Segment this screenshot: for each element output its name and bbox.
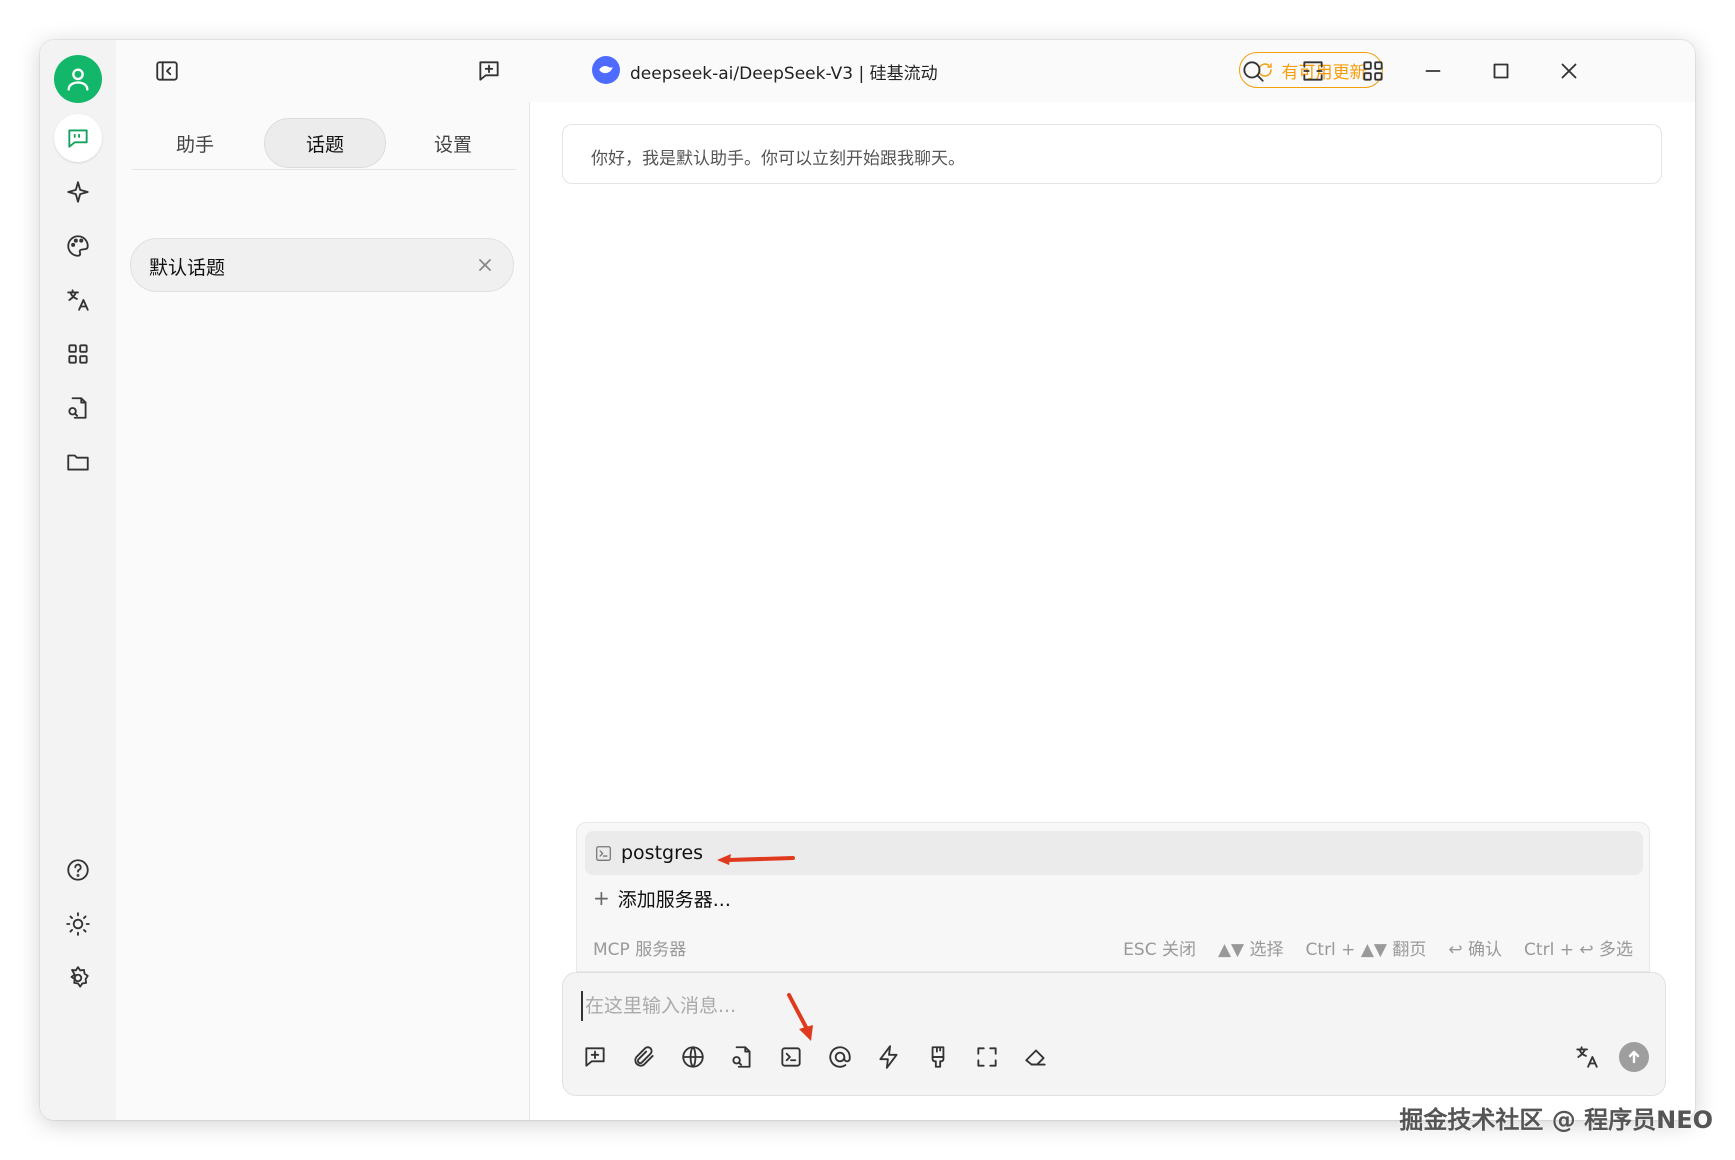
eraser-icon[interactable]: [1020, 1041, 1052, 1073]
folder-icon[interactable]: [54, 438, 102, 486]
message-input[interactable]: [581, 991, 1481, 1021]
hint-multiselect: Ctrl + ↩ 多选: [1524, 940, 1633, 960]
gear-icon[interactable]: [54, 954, 102, 1002]
new-topic-icon[interactable]: [579, 1041, 611, 1073]
apps-icon[interactable]: [54, 330, 102, 378]
add-server-button[interactable]: + 添加服务器...: [593, 883, 731, 913]
toggle-sidebar-icon[interactable]: [150, 54, 184, 88]
user-icon: [67, 68, 89, 91]
send-button[interactable]: [1619, 1042, 1649, 1072]
search-icon[interactable]: [1236, 54, 1270, 88]
hint-select: ▲▼ 选择: [1217, 940, 1284, 960]
deepseek-logo-icon: [592, 56, 620, 84]
web-search-icon[interactable]: [677, 1041, 709, 1073]
chat-area: 你好，我是默认助手。你可以立刻开始跟我聊天。 postgres + 添加服务器.…: [530, 102, 1695, 1120]
terminal-icon: [595, 845, 612, 862]
tab-settings[interactable]: 设置: [392, 118, 514, 168]
brush-icon[interactable]: [922, 1041, 954, 1073]
knowledge-base-icon[interactable]: [726, 1041, 758, 1073]
panel-tabs: 助手 话题 设置: [132, 116, 516, 170]
nav-rail: [40, 40, 116, 1120]
annotation-arrow: [787, 993, 813, 1041]
layout-icon[interactable]: [1296, 54, 1330, 88]
maximize-icon[interactable]: [1484, 54, 1518, 88]
title-bar: deepseek-ai/DeepSeek-V3 | 硅基流动 有可用更新: [116, 40, 1695, 102]
mcp-footer-title: MCP 服务器: [593, 940, 687, 960]
sparkle-icon[interactable]: [54, 168, 102, 216]
message-composer: [562, 972, 1666, 1096]
quick-phrase-icon[interactable]: [873, 1041, 905, 1073]
translate-icon[interactable]: [54, 276, 102, 324]
hint-close: ESC 关闭: [1123, 940, 1196, 960]
chat-icon[interactable]: [54, 114, 102, 162]
annotation-arrow: [717, 854, 795, 865]
translate-icon[interactable]: [1571, 1041, 1603, 1073]
mcp-server-name: postgres: [621, 842, 704, 864]
app-window: deepseek-ai/DeepSeek-V3 | 硅基流动 有可用更新 助手 …: [40, 40, 1695, 1120]
close-icon[interactable]: [475, 255, 495, 275]
new-topic-icon[interactable]: [472, 54, 506, 88]
help-icon[interactable]: [54, 846, 102, 894]
close-icon[interactable]: [1552, 54, 1586, 88]
watermark: 掘金技术社区 @ 程序员NEO: [1399, 1106, 1713, 1134]
minimize-icon[interactable]: [1416, 54, 1450, 88]
keyboard-hints: ESC 关闭 ▲▼ 选择 Ctrl + ▲▼ 翻页 ↩ 确认 Ctrl + ↩ …: [1123, 935, 1633, 960]
doc-search-icon[interactable]: [54, 384, 102, 432]
apps-grid-icon[interactable]: [1356, 54, 1390, 88]
tab-assistant[interactable]: 助手: [134, 118, 256, 168]
hint-confirm: ↩ 确认: [1448, 940, 1503, 960]
avatar[interactable]: [54, 55, 102, 103]
mcp-server-icon[interactable]: [775, 1041, 807, 1073]
topic-item[interactable]: 默认话题: [130, 238, 514, 292]
sun-icon[interactable]: [54, 900, 102, 948]
assistant-greeting: 你好，我是默认助手。你可以立刻开始跟我聊天。: [562, 124, 1662, 184]
plus-icon: +: [593, 886, 610, 910]
model-title[interactable]: deepseek-ai/DeepSeek-V3 | 硅基流动: [630, 59, 938, 84]
arrow-up-icon: [1628, 1050, 1640, 1064]
palette-icon[interactable]: [54, 222, 102, 270]
add-server-label: 添加服务器...: [617, 888, 731, 911]
fullscreen-icon[interactable]: [971, 1041, 1003, 1073]
mcp-server-popup: postgres + 添加服务器... MCP 服务器 ESC 关闭 ▲▼ 选择…: [576, 822, 1650, 972]
tab-topics[interactable]: 话题: [264, 118, 386, 168]
hint-page: Ctrl + ▲▼ 翻页: [1305, 940, 1427, 960]
topics-panel: 助手 话题 设置 默认话题: [116, 102, 530, 1120]
mention-icon[interactable]: [824, 1041, 856, 1073]
mcp-footer: MCP 服务器 ESC 关闭 ▲▼ 选择 Ctrl + ▲▼ 翻页 ↩ 确认 C…: [593, 935, 1633, 960]
topic-label: 默认话题: [149, 257, 226, 279]
attachment-icon[interactable]: [628, 1041, 660, 1073]
mcp-server-item[interactable]: postgres: [585, 831, 1643, 875]
